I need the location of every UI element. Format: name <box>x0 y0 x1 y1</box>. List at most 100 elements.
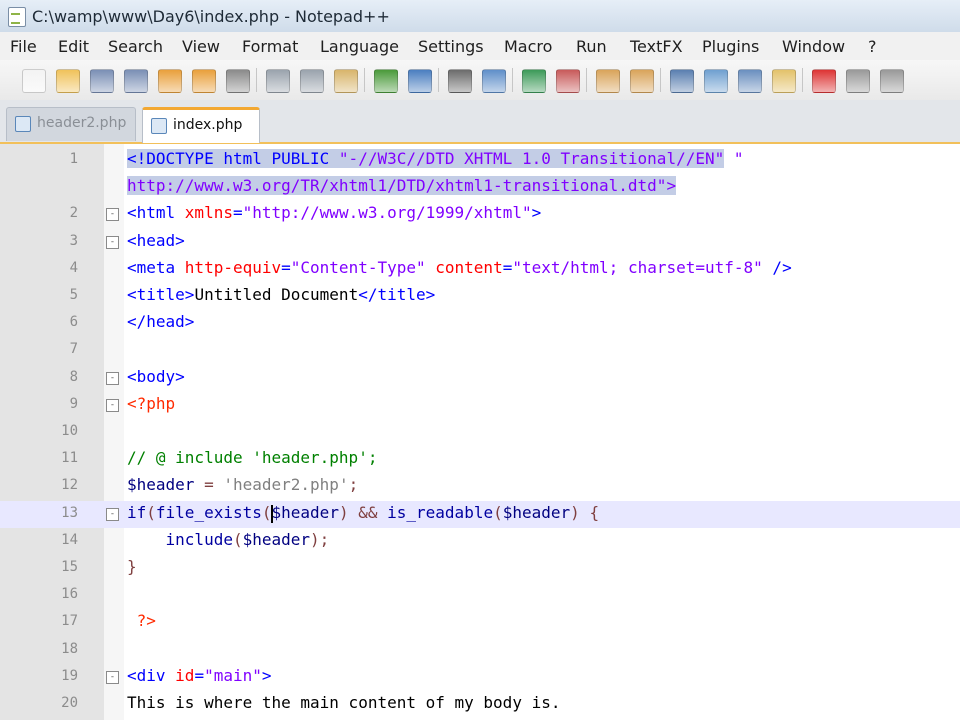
code-token: "http://www.w3.org/1999/xhtml" <box>242 203 532 222</box>
code-editor[interactable]: 1 <!DOCTYPE html PUBLIC "-//W3C//DTD XHTM… <box>0 144 960 720</box>
code-line[interactable]: 16 <box>0 582 960 609</box>
file-saved-icon <box>151 118 167 134</box>
close-icon[interactable] <box>158 69 182 93</box>
code-text: $header = 'header2.php'; <box>127 475 358 494</box>
code-token: </head> <box>127 312 195 331</box>
menu-view[interactable]: View <box>182 37 220 56</box>
code-text: ?> <box>127 611 156 630</box>
code-line[interactable]: 6 </head> <box>0 310 960 337</box>
find-icon[interactable] <box>448 69 472 93</box>
zoom-out-icon[interactable] <box>556 69 580 93</box>
code-line[interactable]: 10 <box>0 419 960 446</box>
menu-language[interactable]: Language <box>320 37 399 56</box>
user-lang-icon[interactable] <box>772 69 796 93</box>
code-token: ( <box>146 503 156 522</box>
fold-toggle-icon[interactable]: - <box>106 372 119 385</box>
menu-help[interactable]: ? <box>868 37 877 56</box>
code-line[interactable]: http://www.w3.org/TR/xhtml1/DTD/xhtml1-t… <box>0 174 960 201</box>
stop-macro-icon[interactable] <box>846 69 870 93</box>
code-line[interactable]: 17 ?> <box>0 609 960 636</box>
code-token: ; <box>348 475 359 494</box>
fold-toggle-icon[interactable]: - <box>106 208 119 221</box>
fold-toggle-icon[interactable]: - <box>106 236 119 249</box>
code-line[interactable]: 2 - <html xmlns="http://www.w3.org/1999/xh… <box>0 201 960 228</box>
save-icon[interactable] <box>90 69 114 93</box>
code-text: <html xmlns="http://www.w3.org/1999/xhtm… <box>127 203 541 222</box>
toolbar-separator <box>660 68 661 92</box>
close-all-icon[interactable] <box>192 69 216 93</box>
sync-horizontal-icon[interactable] <box>630 69 654 93</box>
fold-toggle-icon[interactable]: - <box>106 671 119 684</box>
code-token: /> <box>762 258 792 277</box>
code-line[interactable]: 19 - <div id="main"> <box>0 664 960 691</box>
record-macro-icon[interactable] <box>812 69 836 93</box>
sync-vertical-icon[interactable] <box>596 69 620 93</box>
undo-icon[interactable] <box>374 69 398 93</box>
code-line[interactable]: 11 // @ include 'header.php'; <box>0 446 960 473</box>
toolbar-separator <box>438 68 439 92</box>
menu-format[interactable]: Format <box>242 37 298 56</box>
code-token: <head> <box>127 231 185 250</box>
menu-settings[interactable]: Settings <box>418 37 484 56</box>
zoom-in-icon[interactable] <box>522 69 546 93</box>
open-icon[interactable] <box>56 69 80 93</box>
menu-edit[interactable]: Edit <box>58 37 89 56</box>
menu-file[interactable]: File <box>10 37 37 56</box>
code-line[interactable]: 8 - <body> <box>0 365 960 392</box>
fold-toggle-icon[interactable]: - <box>106 508 119 521</box>
menu-run[interactable]: Run <box>576 37 607 56</box>
play-macro-icon[interactable] <box>880 69 904 93</box>
cut-icon[interactable] <box>266 69 290 93</box>
code-token: content <box>435 258 503 277</box>
code-token: <!DOCTYPE html PUBLIC <box>127 149 339 168</box>
toolbar <box>0 60 960 101</box>
menu-search[interactable]: Search <box>108 37 163 56</box>
code-token: = <box>194 475 224 494</box>
line-number: 13 <box>61 505 78 521</box>
paste-icon[interactable] <box>334 69 358 93</box>
code-text: if(file_exists($header) && is_readable($… <box>127 503 599 523</box>
code-line[interactable]: 4 <meta http-equiv="Content-Type" content… <box>0 256 960 283</box>
code-token: Untitled Document <box>194 285 359 304</box>
code-line[interactable]: 1 <!DOCTYPE html PUBLIC "-//W3C//DTD XHTM… <box>0 147 960 174</box>
code-token: ) { <box>570 503 600 522</box>
print-icon[interactable] <box>226 69 250 93</box>
new-icon[interactable] <box>22 69 46 93</box>
code-line[interactable]: 14 include($header); <box>0 528 960 555</box>
code-token: ) && <box>338 503 388 522</box>
line-number: 15 <box>61 559 78 575</box>
redo-icon[interactable] <box>408 69 432 93</box>
indent-guide-icon[interactable] <box>738 69 762 93</box>
code-token: > <box>531 203 542 222</box>
line-number: 6 <box>69 314 78 330</box>
fold-toggle-icon[interactable]: - <box>106 399 119 412</box>
word-wrap-icon[interactable] <box>670 69 694 93</box>
code-line[interactable]: 3 - <head> <box>0 229 960 256</box>
replace-icon[interactable] <box>482 69 506 93</box>
tab-header2-php[interactable]: header2.php <box>6 107 136 141</box>
code-line[interactable]: 9 - <?php <box>0 392 960 419</box>
save-all-icon[interactable] <box>124 69 148 93</box>
code-token: http-equiv <box>184 258 282 277</box>
show-all-chars-icon[interactable] <box>704 69 728 93</box>
code-line[interactable]: 5 <title>Untitled Document</title> <box>0 283 960 310</box>
code-line[interactable]: 20 This is where the main content of my b… <box>0 691 960 718</box>
code-line[interactable]: 13 - if(file_exists($header) && is_readabl… <box>0 501 960 528</box>
menu-plugins[interactable]: Plugins <box>702 37 759 56</box>
menu-window[interactable]: Window <box>782 37 845 56</box>
tab-index-php[interactable]: index.php <box>142 107 260 143</box>
copy-icon[interactable] <box>300 69 324 93</box>
menu-macro[interactable]: Macro <box>504 37 552 56</box>
code-line[interactable]: 18 <box>0 637 960 664</box>
code-line[interactable]: 7 <box>0 337 960 364</box>
code-text: include($header); <box>127 530 330 549</box>
code-token: </title> <box>358 285 436 304</box>
code-line[interactable]: 15} <box>0 555 960 582</box>
line-number: 14 <box>61 532 78 548</box>
line-number: 11 <box>61 450 78 466</box>
menu-textfx[interactable]: TextFX <box>630 37 683 56</box>
toolbar-separator <box>364 68 365 92</box>
code-line[interactable]: 12 $header = 'header2.php'; <box>0 473 960 500</box>
line-number: 12 <box>61 477 78 493</box>
